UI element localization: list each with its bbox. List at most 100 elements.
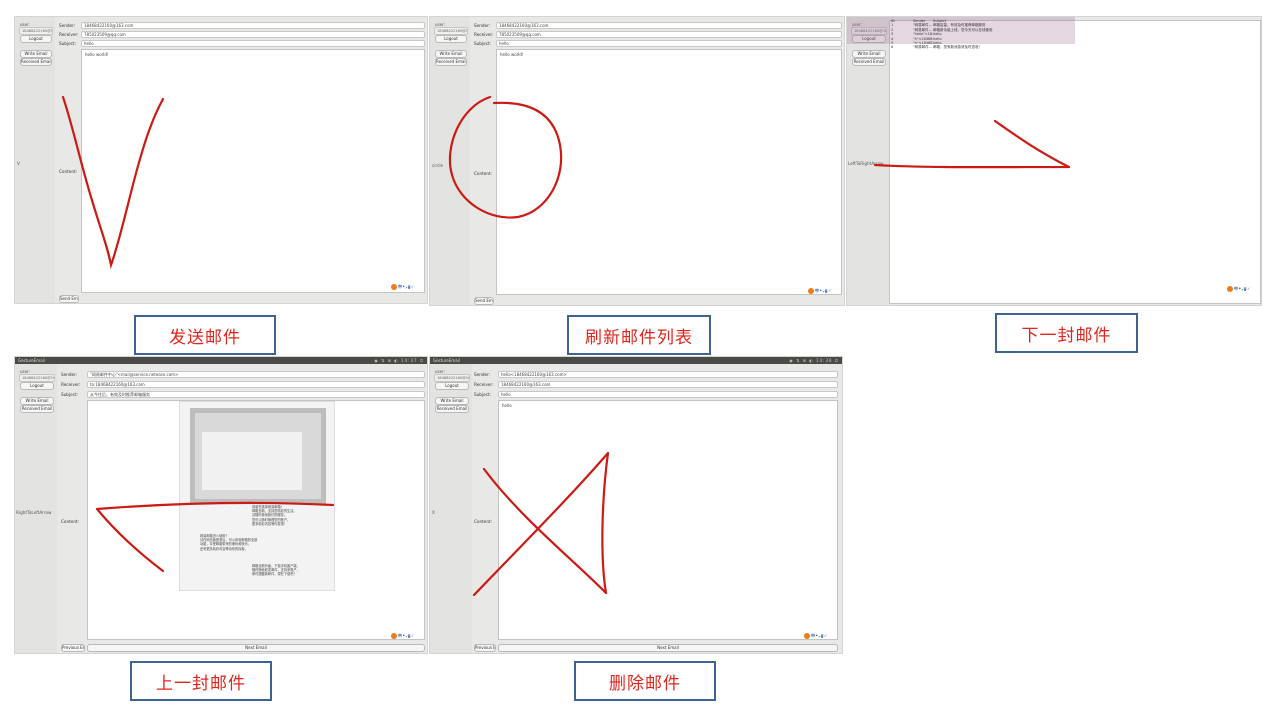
gesture-name-label: circle — [432, 163, 444, 168]
receiver-label: Receiver: — [59, 32, 79, 37]
send-email-button[interactable]: Send Email — [59, 295, 79, 303]
ime-logo-icon — [391, 284, 397, 290]
subject-label: Subject: — [61, 392, 79, 397]
write-email-button[interactable]: Write Email — [435, 50, 467, 58]
content-label: Content: — [59, 169, 78, 174]
logout-button[interactable]: Logout — [435, 382, 469, 390]
row-sender: "网易邮件... — [913, 45, 932, 50]
ime-logo-icon — [1227, 286, 1233, 292]
write-email-button[interactable]: Write Email — [20, 397, 54, 405]
send-email-button[interactable]: Send Email — [474, 297, 494, 305]
caption-next-email: 下一封邮件 — [995, 313, 1138, 353]
window-title: GestureEmail — [18, 358, 45, 363]
screenshot-previous-email: GestureEmail ◉ ⇅ ⊞ ◐ 14:37 ⏻ user: 184684… — [14, 356, 428, 654]
content-text: hello world! — [500, 52, 524, 57]
user-account-field: 18468422160@163.com — [19, 27, 53, 35]
subject-field[interactable]: hello — [81, 40, 425, 47]
window-titlebar: GestureEmail ◉ ⇅ ⊞ ◐ 14:37 ⏻ — [15, 357, 427, 364]
email-list-area[interactable] — [889, 20, 1261, 304]
content-area[interactable]: hello world! — [81, 49, 425, 293]
receiver-field[interactable]: 785023509@qq.com — [496, 31, 842, 38]
receiver-field[interactable]: 785023509@qq.com — [81, 31, 425, 38]
receiver-label: Receiver: — [61, 382, 81, 387]
email-banner-inner — [202, 432, 302, 490]
receiver-label: Receiver: — [474, 382, 494, 387]
gesture-name-label: RightToLeftArrow — [16, 510, 52, 515]
next-email-button[interactable]: Next Email — [87, 644, 425, 652]
receiver-field[interactable]: 18468422160@163.com — [498, 381, 838, 388]
subject-field[interactable]: hello — [498, 391, 838, 398]
content-text: hello world! — [85, 52, 109, 57]
logout-button[interactable]: Logout — [20, 35, 52, 43]
subject-label: Subject: — [474, 41, 492, 46]
ime-logo-icon — [391, 633, 397, 639]
received-email-button[interactable]: Received Email — [435, 405, 469, 413]
next-email-button[interactable]: Next Email — [498, 644, 838, 652]
screenshot-send-email: user: 18468422160@163.com Logout Write E… — [14, 16, 428, 304]
received-email-button[interactable]: Received Email — [20, 58, 52, 66]
received-email-button[interactable]: Received Email — [435, 58, 467, 66]
write-email-button[interactable]: Write Email — [852, 50, 886, 58]
ime-tools-icon: 中•,ɡ✓ — [398, 284, 415, 289]
subject-field[interactable]: hello — [496, 40, 842, 47]
caption-previous-email: 上一封邮件 — [130, 661, 272, 701]
user-account-field: 18468422160@163.com — [434, 374, 470, 382]
sender-field[interactable]: hello<18468422160@163.com> — [498, 371, 838, 378]
content-area[interactable]: hello world! — [496, 49, 842, 295]
sidebar: user: 18468422160@163.com Logout Write E… — [430, 17, 470, 305]
sidebar: user: 18468422160@163.com Logout Write E… — [15, 364, 57, 653]
previous-email-button[interactable]: Previous Email — [61, 644, 85, 652]
ime-toolbar: 中•,ɡ✓ — [1227, 286, 1251, 292]
content-label: Content: — [474, 171, 493, 176]
ime-toolbar: 中•,ɡ✓ — [804, 633, 828, 639]
write-email-button[interactable]: Write Email — [435, 397, 469, 405]
email-body-paragraph-1: 感谢您选择网易邮箱！ 邮箱全新，支持您精彩的生活， 请随时使用我们的服务， 您可… — [252, 505, 297, 526]
ime-tools-icon: 中•,ɡ✓ — [815, 288, 832, 293]
ime-toolbar: 中•,ɡ✓ — [391, 633, 415, 639]
receiver-field[interactable]: to:18468422160@163.com — [87, 381, 425, 388]
caption-send-email: 发送邮件 — [134, 315, 276, 355]
email-body-paragraph-3: 邮箱全新升级，下载手机客户端， 随时随地收发邮件，支持多账户， 即时提醒新邮件，… — [252, 564, 300, 577]
system-tray-icons: ◉ ⇅ ⊞ ◐ 14:38 ⏻ — [789, 358, 839, 363]
receiver-label: Receiver: — [474, 32, 494, 37]
content-text: hello — [502, 403, 512, 408]
received-email-button[interactable]: Received Email — [20, 405, 54, 413]
ime-tools-icon: 中•,ɡ✓ — [398, 633, 415, 638]
user-account-field: 18468422160@163.com — [19, 374, 55, 382]
email-body-paragraph-2: 网易邮箱怎么使用？ 请在网页版登录后，可以体验邮箱的全部 功能，享受邮箱带来的便… — [200, 534, 258, 551]
screenshot-refresh-list: user: 18468422160@163.com Logout Write E… — [429, 16, 845, 306]
ime-logo-icon — [808, 288, 814, 294]
caption-delete-email: 删除邮件 — [574, 661, 716, 701]
content-label: Content: — [474, 519, 493, 524]
gesture-name-label: V — [17, 161, 20, 166]
subject-label: Subject: — [474, 392, 492, 397]
row-subject: 邮箱，您有新消息请及时查收！ — [933, 45, 982, 50]
content-area[interactable]: hello — [498, 400, 838, 640]
sender-field[interactable]: 18468422160@163.com — [496, 22, 842, 29]
sidebar: user: 18468422160@163.com Logout Write E… — [430, 364, 472, 653]
subject-field[interactable]: 从今往后，有效及时推荐邮箱服务 — [87, 391, 425, 398]
ime-toolbar: 中•,ɡ✓ — [391, 284, 415, 290]
sender-label: Sender: — [474, 372, 491, 377]
logout-button[interactable]: Logout — [435, 35, 467, 43]
table-row[interactable]: 6 "网易邮件... 邮箱，您有新消息请及时查收！ — [891, 45, 1073, 49]
sender-label: Sender: — [474, 23, 491, 28]
subject-label: Subject: — [59, 41, 77, 46]
gesture-name-label: LeftToRightArrow — [848, 161, 884, 166]
sender-label: Sender: — [61, 372, 78, 377]
ime-tools-icon: 中•,ɡ✓ — [1234, 286, 1251, 291]
received-email-button[interactable]: Received Email — [852, 58, 886, 66]
sidebar: user: 18468422160@163.com Logout Write E… — [15, 17, 55, 303]
system-tray-icons: ◉ ⇅ ⊞ ◐ 14:37 ⏻ — [374, 358, 424, 363]
previous-email-button[interactable]: Previous Email — [474, 644, 496, 652]
email-list-table[interactable]: ID Sender Subject 1 "网易邮件... 邮箱容量，有效及时推荐邮箱… — [891, 19, 1073, 50]
caption-refresh-list: 刷新邮件列表 — [567, 315, 711, 355]
ime-toolbar: 中•,ɡ✓ — [808, 288, 832, 294]
logout-button[interactable]: Logout — [20, 382, 54, 390]
sender-field[interactable]: 18468422160@163.com — [81, 22, 425, 29]
window-title: GestureEmail — [433, 358, 460, 363]
sender-field[interactable]: "网易邮件中心"<mail@service.netease.com> — [87, 371, 425, 378]
screenshot-delete-email: GestureEmail ◉ ⇅ ⊞ ◐ 14:38 ⏻ user: 184684… — [429, 356, 843, 654]
write-email-button[interactable]: Write Email — [20, 50, 52, 58]
sender-label: Sender: — [59, 23, 76, 28]
